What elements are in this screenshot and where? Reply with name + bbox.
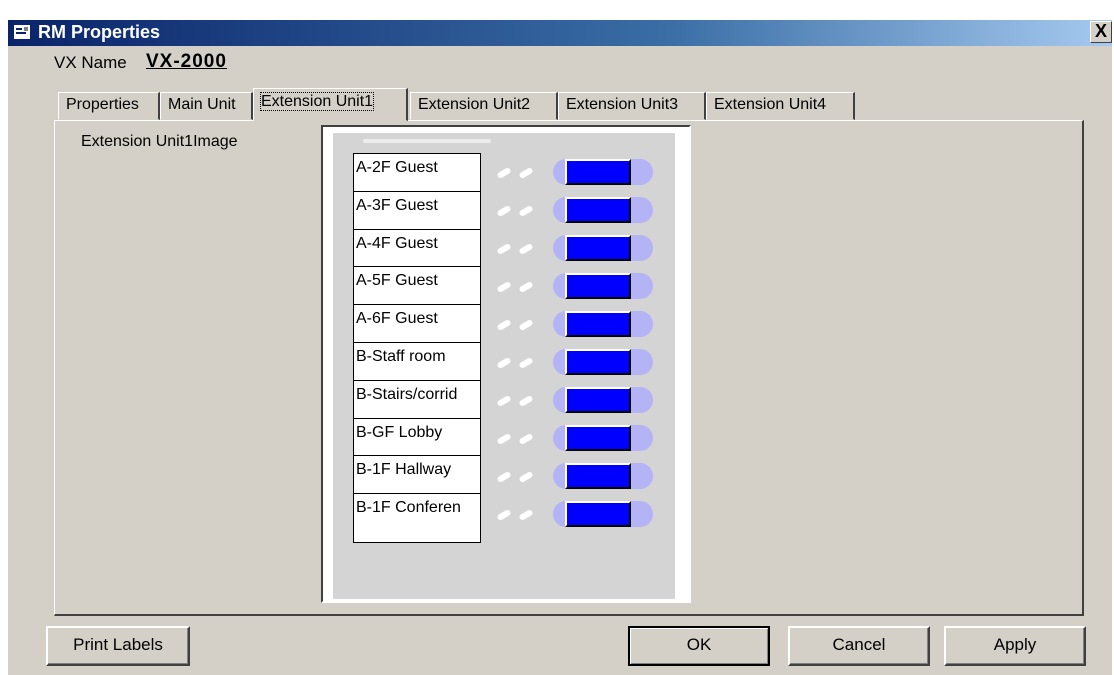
channel-button[interactable]: [565, 197, 631, 223]
device-faceplate: A-2F Guest A-3F Guest A-4F Guest A-5F Gu…: [333, 133, 675, 599]
led-icon: [496, 394, 512, 408]
channel-row: [495, 457, 653, 495]
led-icon: [518, 280, 534, 294]
led-icon: [496, 242, 512, 256]
cancel-label: Cancel: [832, 635, 886, 654]
ok-label: OK: [686, 635, 712, 654]
tab-label: Properties: [66, 96, 139, 113]
apply-button[interactable]: Apply: [944, 626, 1086, 666]
close-button[interactable]: X: [1090, 21, 1112, 43]
channel-button[interactable]: [565, 425, 631, 451]
apply-label: Apply: [993, 635, 1037, 654]
led-icon: [496, 318, 512, 332]
channel-label[interactable]: B-1F Hallway: [354, 456, 480, 495]
led-icon: [496, 166, 512, 180]
vx-name-label: VX Name: [54, 53, 127, 72]
led-icon: [496, 280, 512, 294]
led-icon: [496, 432, 512, 446]
led-icon: [518, 356, 534, 370]
ok-button[interactable]: OK: [628, 626, 770, 666]
channel-row: [495, 343, 653, 381]
print-labels-label: Print Labels: [73, 635, 163, 654]
tab-properties[interactable]: Properties: [58, 92, 160, 120]
led-pair: [496, 201, 541, 219]
channel-button[interactable]: [565, 159, 631, 185]
channel-row: [495, 381, 653, 419]
tab-main-unit[interactable]: Main Unit: [160, 92, 253, 120]
cancel-button[interactable]: Cancel: [788, 626, 930, 666]
led-pair: [496, 429, 541, 447]
led-icon: [496, 508, 512, 522]
led-pair: [496, 353, 541, 371]
channel-button[interactable]: [565, 235, 631, 261]
led-icon: [518, 508, 534, 522]
channel-label[interactable]: A-6F Guest: [354, 305, 480, 343]
led-pair: [496, 467, 541, 485]
close-icon: X: [1094, 21, 1107, 41]
channel-button[interactable]: [565, 273, 631, 299]
channel-row: [495, 305, 653, 343]
tab-label: Extension Unit4: [714, 96, 827, 113]
led-pair: [496, 163, 541, 181]
channel-button[interactable]: [565, 387, 631, 413]
channel-button[interactable]: [565, 349, 631, 375]
channel-label[interactable]: B-1F Conferen: [354, 494, 480, 532]
led-pair: [496, 391, 541, 409]
app-icon: [14, 25, 30, 39]
led-icon: [518, 318, 534, 332]
led-icon: [518, 242, 534, 256]
led-icon: [518, 166, 534, 180]
extension-unit-image-label: Extension Unit1Image: [81, 133, 238, 150]
led-pair: [496, 315, 541, 333]
led-pair: [496, 505, 541, 523]
label-card: A-2F Guest A-3F Guest A-4F Guest A-5F Gu…: [353, 153, 481, 543]
tab-label: Extension Unit2: [418, 96, 531, 113]
channel-row: [495, 191, 653, 229]
channel-button[interactable]: [565, 463, 631, 489]
channel-label[interactable]: A-3F Guest: [354, 192, 480, 230]
led-icon: [518, 432, 534, 446]
channel-label[interactable]: A-2F Guest: [354, 154, 480, 192]
led-icon: [496, 204, 512, 218]
led-icon: [496, 356, 512, 370]
channel-row: [495, 153, 653, 191]
tab-label: Extension Unit3: [566, 96, 679, 113]
led-icon: [518, 394, 534, 408]
channel-button[interactable]: [565, 501, 631, 527]
rm-properties-dialog: RM Properties X VX Name VX-2000 Properti…: [8, 20, 1112, 675]
led-pair: [496, 239, 541, 257]
tab-panel: Extension Unit1Image A-2F Guest A-3F Gue…: [54, 120, 1084, 616]
channel-label[interactable]: B-Staff room: [354, 343, 480, 381]
channel-label[interactable]: B-Stairs/corrid: [354, 381, 480, 419]
tab-label: Main Unit: [168, 96, 236, 113]
extension-unit-image: A-2F Guest A-3F Guest A-4F Guest A-5F Gu…: [321, 125, 691, 603]
channel-row: [495, 419, 653, 457]
channel-row: [495, 267, 653, 305]
tab-extension-unit1[interactable]: Extension Unit1: [253, 88, 408, 121]
channel-label[interactable]: B-GF Lobby: [354, 419, 480, 457]
title-bar[interactable]: RM Properties X: [8, 20, 1112, 46]
channel-label[interactable]: A-5F Guest: [354, 267, 480, 306]
tab-label: Extension Unit1: [259, 92, 375, 111]
channel-row: [495, 229, 653, 267]
window-title: RM Properties: [38, 22, 161, 42]
vx-name-value: VX-2000: [146, 51, 227, 72]
print-labels-button[interactable]: Print Labels: [46, 626, 190, 666]
led-icon: [518, 470, 534, 484]
tab-extension-unit4[interactable]: Extension Unit4: [706, 92, 855, 120]
device-top-bar: [363, 139, 491, 143]
channel-button[interactable]: [565, 311, 631, 337]
led-icon: [496, 470, 512, 484]
led-pair: [496, 277, 541, 295]
tab-extension-unit2[interactable]: Extension Unit2: [410, 92, 558, 120]
tab-extension-unit3[interactable]: Extension Unit3: [558, 92, 706, 120]
led-icon: [518, 204, 534, 218]
channel-label[interactable]: A-4F Guest: [354, 230, 480, 268]
channel-row: [495, 495, 653, 533]
